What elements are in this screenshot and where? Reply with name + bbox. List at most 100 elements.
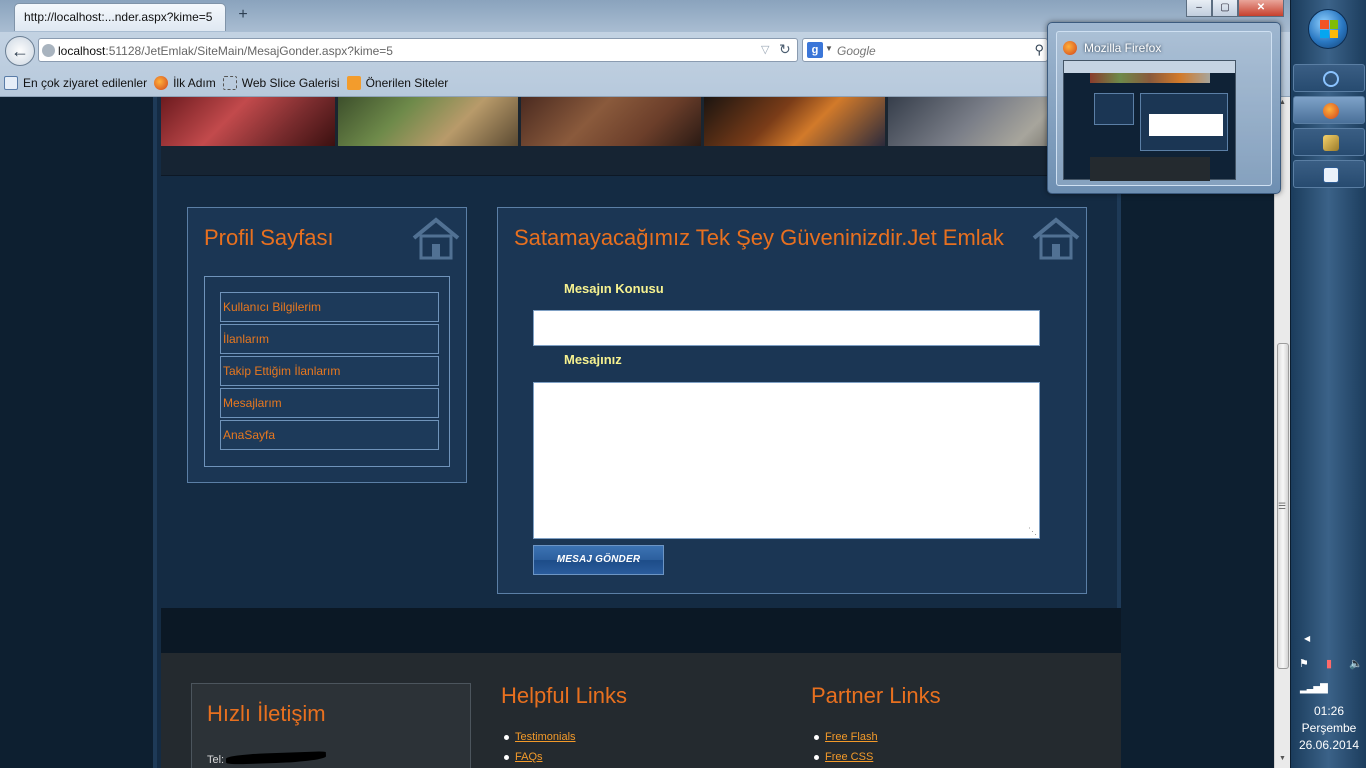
link-testimonials[interactable]: Testimonials [515,731,576,743]
minimize-button[interactable]: – [1186,0,1212,17]
header-banner [161,97,1121,146]
list-item: FAQs [504,751,627,763]
send-message-button[interactable]: MESAJ GÖNDER [533,545,664,575]
browser-tab[interactable]: http://localhost:...nder.aspx?kime=5 [14,3,226,31]
scroll-grip-icon: ☰ [1278,501,1287,511]
partner-links-title: Partner Links [811,683,941,708]
internet-explorer-icon [1323,71,1339,87]
taskbar-firefox-button[interactable] [1293,96,1365,124]
suggested-sites-icon [346,76,361,90]
globe-icon [42,44,55,57]
subject-label: Mesajın Konusu [564,281,664,296]
tel-label: Tel: [207,754,225,766]
power-icon[interactable]: ▮ [1326,657,1332,670]
taskbar-ie-button[interactable] [1293,64,1365,92]
bookmark-label: Önerilen Siteler [365,76,449,90]
menu-item-home[interactable]: AnaSayfa [220,420,439,450]
message-label: Mesajınız [564,352,622,367]
bookmark-label: Web Slice Galerisi [241,76,340,90]
thumbnail-banner [1090,73,1210,83]
tools-icon [1323,135,1339,151]
start-button[interactable] [1308,9,1348,49]
show-hidden-icons-icon[interactable]: ◀ [1304,634,1310,643]
banner-photo-house [338,97,518,146]
list-item: Testimonials [504,731,627,743]
thumbnail-message-panel [1140,93,1228,151]
message-panel-title: Satamayacağımız Tek Şey Güveninizdir.Jet… [514,225,1004,250]
google-icon[interactable]: g [807,42,823,58]
back-button[interactable]: ← [5,36,35,66]
bookmark-suggested-sites[interactable]: Önerilen Siteler [346,76,449,90]
subject-input[interactable] [533,310,1040,346]
profile-panel: Profil Sayfası Kullanıcı Bilgilerim İlan… [187,207,467,483]
helpful-links-title: Helpful Links [501,683,627,708]
banner-strip [161,146,1121,176]
system-tray: ⚑ ▮ 🔈 [1299,657,1363,670]
bookmark-label: İlk Adım [173,76,216,90]
close-button[interactable]: ✕ [1238,0,1284,17]
taskbar: ◀ ⚑ ▮ 🔈 ▂▃▅▇ 01:26 Perşembe 26.06.2014 [1290,0,1366,768]
menu-item-my-listings[interactable]: İlanlarım [220,324,439,354]
back-arrow-icon: ← [11,41,29,61]
search-placeholder: Google [837,44,876,58]
message-textarea[interactable]: ⋱ [533,382,1040,539]
quick-contact-title: Hızlı İletişim [207,701,326,726]
resize-grip-icon[interactable]: ⋱ [1028,526,1037,537]
network-signal-icon[interactable]: ▂▃▅▇ [1300,683,1328,694]
house-icon [412,217,460,260]
web-slice-icon [222,76,237,90]
bookmark-first-steps[interactable]: İlk Adım [154,76,216,90]
address-bar[interactable]: localhost:51128/JetEmlak/SiteMain/MesajG… [38,38,798,62]
new-tab-button[interactable]: + [234,5,252,25]
link-faqs[interactable]: FAQs [515,751,543,763]
reload-icon[interactable]: ↻ [779,41,791,58]
banner-photo-bridge [704,97,885,146]
search-icon[interactable]: ⚲ [1034,42,1044,58]
vertical-scrollbar[interactable]: ▲ ☰ ▼ [1274,97,1290,768]
search-bar[interactable]: g ▼ Google ⚲ [802,38,1048,62]
taskbar-thumbnail-preview[interactable]: Mozilla Firefox [1047,22,1281,194]
link-free-flash[interactable]: Free Flash [825,731,878,743]
document-icon [1323,167,1339,183]
bookmark-web-slice-gallery[interactable]: Web Slice Galerisi [222,76,340,90]
scroll-down-icon[interactable]: ▼ [1279,755,1286,762]
thumbnail-profile-panel [1094,93,1134,125]
url-host: localhost [58,44,106,58]
maximize-button[interactable]: ▢ [1212,0,1238,17]
tab-title: http://localhost:...nder.aspx?kime=5 [24,10,213,24]
thumbnail-footer [1090,157,1210,181]
banner-photo-hall [521,97,701,146]
firefox-icon [1323,103,1339,119]
profile-panel-title: Profil Sayfası [204,225,334,250]
thumbnail-chrome [1064,61,1235,73]
preview-thumbnail[interactable] [1063,60,1236,181]
page-icon [4,76,18,90]
taskbar-document-button[interactable] [1293,160,1365,188]
firefox-icon [154,76,169,90]
address-url: localhost:51128/JetEmlak/SiteMain/MesajG… [58,44,393,58]
quick-contact-box: Hızlı İletişim Tel: [191,683,471,768]
firefox-icon [1063,41,1077,55]
windows-logo-icon [1320,20,1338,38]
content-separator-band [161,608,1121,653]
url-path: :51128/JetEmlak/SiteMain/MesajGonder.asp… [105,44,393,58]
window-controls: – ▢ ✕ [1186,0,1284,18]
menu-item-followed-listings[interactable]: Takip Ettiğim İlanlarım [220,356,439,386]
dropdown-arrow-icon[interactable]: ▽ [761,43,769,56]
footer: Hızlı İletişim Tel: Helpful Links Testim… [161,653,1121,768]
link-free-css[interactable]: Free CSS [825,751,873,763]
clock-time: 01:26 [1313,704,1345,718]
bookmark-most-visited[interactable]: En çok ziyaret edilenler [4,76,147,90]
profile-menu: Kullanıcı Bilgilerim İlanlarım Takip Ett… [204,276,450,467]
menu-item-user-info[interactable]: Kullanıcı Bilgilerim [220,292,439,322]
web-page: Hızlı İletişim Tel: Helpful Links Testim… [0,97,1274,768]
taskbar-clock[interactable]: 01:26 Perşembe 26.06.2014 [1291,703,1366,754]
redacted-phone [225,751,327,765]
helpful-links-column: Helpful Links Testimonials FAQs [501,683,627,768]
volume-icon[interactable]: 🔈 [1349,657,1363,670]
clock-day: Perşembe [1301,721,1357,735]
search-engine-dropdown-icon[interactable]: ▼ [825,44,833,53]
taskbar-tools-button[interactable] [1293,128,1365,156]
action-center-flag-icon[interactable]: ⚑ [1299,657,1309,670]
menu-item-my-messages[interactable]: Mesajlarım [220,388,439,418]
